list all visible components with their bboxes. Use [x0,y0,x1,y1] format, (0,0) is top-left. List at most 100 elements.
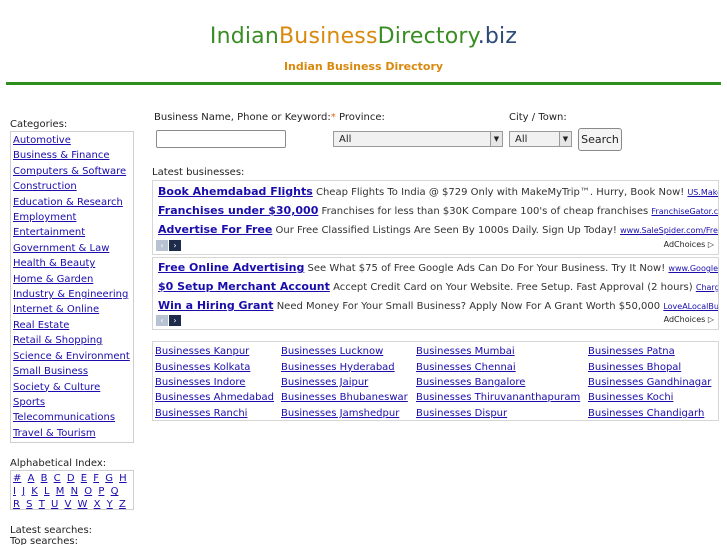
alpha-index-link[interactable]: W [78,499,88,510]
latest-businesses-heading: Latest businesses: [152,167,245,178]
adchoices-label: AdChoices [663,315,706,324]
ad-description: Our Free Classified Listings Are Seen By… [275,225,617,236]
ad-url-link[interactable]: Charge-It-Pro.com [696,283,718,292]
city-link[interactable]: Businesses Gandhinagar [588,377,711,388]
ad-item: Book Ahemdabad Flights Cheap Flights To … [153,182,718,201]
ad-description: See What $75 of Free Google Ads Can Do F… [307,263,666,274]
alpha-index-link[interactable]: D [67,473,75,484]
category-link[interactable]: Travel & Tourism [13,426,131,441]
ad-title-link[interactable]: Win a Hiring Grant [158,299,274,312]
ad-title-link[interactable]: Book Ahemdabad Flights [158,185,313,198]
city-link[interactable]: Businesses Bangalore [416,377,525,388]
alpha-index-link[interactable]: V [65,499,72,510]
alpha-index-link[interactable]: B [41,473,48,484]
category-link[interactable]: Society & Culture [13,380,131,395]
city-link[interactable]: Businesses Bhubaneswar [281,392,408,403]
category-link[interactable]: Sports [13,395,131,410]
alpha-index-link[interactable]: M [56,486,65,497]
alpha-index-link[interactable]: L [44,486,50,497]
alpha-index-link[interactable]: H [119,473,127,484]
categories-heading: Categories: [10,119,68,130]
ad-url-link[interactable]: LoveALocalBusiness.com [663,302,718,311]
site-logo[interactable]: IndianBusinessDirectory.biz [0,24,727,49]
alpha-index-link[interactable]: X [94,499,101,510]
category-link[interactable]: Automotive [13,133,131,148]
city-link[interactable]: Businesses Patna [588,346,675,357]
alpha-index-link[interactable]: J [22,486,25,497]
ad-title-link[interactable]: Advertise For Free [158,223,272,236]
alpha-index-link[interactable]: G [105,473,113,484]
city-link[interactable]: Businesses Chennai [416,362,516,373]
ad-description: Accept Credit Card on Your Website. Free… [333,282,693,293]
alpha-index-link[interactable]: Y [107,499,113,510]
search-button[interactable]: Search [578,128,622,151]
alpha-index-link[interactable]: Q [111,486,119,497]
alpha-index-link[interactable]: C [54,473,61,484]
city-link[interactable]: Businesses Indore [155,377,245,388]
city-link[interactable]: Businesses Thiruvananthapuram [416,392,580,403]
category-link[interactable]: Entertainment [13,225,131,240]
next-ad-icon[interactable]: › [169,315,181,326]
ad-title-link[interactable]: Franchises under $30,000 [158,204,318,217]
category-link[interactable]: Industry & Engineering [13,287,131,302]
alpha-index-link[interactable]: K [31,486,38,497]
province-select[interactable]: All ▼ [333,131,503,147]
category-link[interactable]: Home & Garden [13,272,131,287]
prev-ad-icon[interactable]: ‹ [156,315,168,326]
city-link[interactable]: Businesses Dispur [416,408,507,419]
category-link[interactable]: Retail & Shopping [13,333,131,348]
category-link[interactable]: Health & Beauty [13,256,131,271]
ad-title-link[interactable]: $0 Setup Merchant Account [158,280,330,293]
category-link[interactable]: Construction [13,179,131,194]
alpha-index-link[interactable]: Z [119,499,126,510]
category-link[interactable]: Science & Environment [13,349,131,364]
city-link[interactable]: Businesses Bhopal [588,362,681,373]
city-link[interactable]: Businesses Chandigarh [588,408,704,419]
category-link[interactable]: Employment [13,210,131,225]
city-link[interactable]: Businesses Kanpur [155,346,249,357]
category-link[interactable]: Business & Finance [13,148,131,163]
city-link[interactable]: Businesses Kochi [588,392,673,403]
alpha-index-link[interactable]: N [71,486,78,497]
city-link[interactable]: Businesses Mumbai [416,346,515,357]
city-link[interactable]: Businesses Ranchi [155,408,247,419]
adchoices-link[interactable]: AdChoices ▷ [664,315,714,324]
tagline: Indian Business Directory [283,60,444,73]
city-select[interactable]: All ▼ [509,131,572,147]
alpha-index-link[interactable]: F [93,473,99,484]
category-link[interactable]: Internet & Online [13,302,131,317]
alpha-index-link[interactable]: S [26,499,32,510]
ad-url-link[interactable]: www.Google.com/AdWords [668,264,718,273]
alpha-index-link[interactable]: U [51,499,58,510]
alpha-index-link[interactable]: O [84,486,92,497]
category-link[interactable]: Computers & Software [13,164,131,179]
city-link[interactable]: Businesses Lucknow [281,346,383,357]
category-link[interactable]: Real Estate [13,318,131,333]
ad-url-link[interactable]: FranchiseGator.com [651,207,718,216]
ad-item: $0 Setup Merchant Account Accept Credit … [153,277,718,296]
category-link[interactable]: Small Business [13,364,131,379]
category-link[interactable]: Education & Research [13,195,131,210]
adchoices-link[interactable]: AdChoices ▷ [664,240,714,249]
alpha-index-link[interactable]: I [13,486,16,497]
ad-url-link[interactable]: US.MakeMyTrip.com [687,188,718,197]
category-link[interactable]: Telecommunications [13,410,131,425]
city-link[interactable]: Businesses Hyderabad [281,362,395,373]
ad-title-link[interactable]: Free Online Advertising [158,261,304,274]
city-links-cell: Businesses Chandigarh [586,406,716,421]
alpha-index-link[interactable]: A [28,473,35,484]
keyword-input[interactable] [156,130,286,148]
city-link[interactable]: Businesses Kolkata [155,362,250,373]
alpha-index-link[interactable]: T [39,499,45,510]
alpha-index-link[interactable]: E [81,473,87,484]
alpha-index-link[interactable]: # [13,473,21,484]
alpha-index-link[interactable]: P [98,486,104,497]
city-link[interactable]: Businesses Ahmedabad [155,392,274,403]
prev-ad-icon[interactable]: ‹ [156,240,168,251]
ad-url-link[interactable]: www.SaleSpider.com/FreeClassifieds [620,226,718,235]
next-ad-icon[interactable]: › [169,240,181,251]
city-link[interactable]: Businesses Jamshedpur [281,408,399,419]
city-link[interactable]: Businesses Jaipur [281,377,368,388]
category-link[interactable]: Government & Law [13,241,131,256]
alpha-index-link[interactable]: R [13,499,20,510]
